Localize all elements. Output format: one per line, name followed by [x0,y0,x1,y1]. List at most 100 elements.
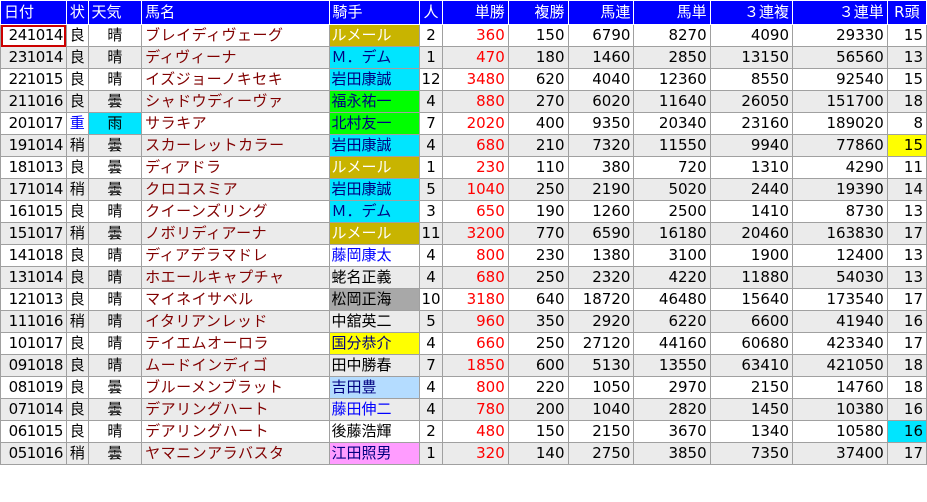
cell-popularity: 1 [419,442,443,465]
cell-quinella-payout: 27120 [567,332,635,355]
cell-win-payout: 470 [441,46,509,69]
table-row[interactable]: 221015 良晴イズジョーノキセキ 岩田康誠 12 3480 620 4040 12360 8… [0,68,927,91]
cell-popularity: 1 [419,156,443,179]
cell-weather: 曇 [87,134,143,157]
cell-date: 151017 [0,222,67,245]
cell-field-size: 17 [886,288,927,311]
cell-quinella-payout: 6020 [567,90,635,113]
table-row[interactable]: 231014 良晴ディヴィーナ Ｍ．デム 1 470 180 1460 2850 13150 56… [0,46,927,69]
cell-exacta-payout: 2820 [633,398,711,421]
cell-exacta-payout: 2970 [633,376,711,399]
cell-trifecta-payout: 10580 [792,420,888,443]
cell-field-size: 13 [886,266,927,289]
table-row[interactable]: 061015 良晴デアリングハート 後藤浩輝 2 480 150 2150 3670 1340 1… [0,420,927,443]
table-row[interactable]: 191014 稍曇スカーレットカラー 岩田康誠 4 680 210 7320 11550 994… [0,134,927,157]
header-win[interactable]: 単勝 [441,0,509,25]
cell-jockey: 福永祐一 [328,90,421,113]
cell-exacta-payout: 13550 [633,354,711,377]
cell-exacta-payout: 6220 [633,310,711,333]
header-popularity[interactable]: 人 [419,0,443,25]
cell-trio-payout: 26050 [709,90,794,113]
cell-popularity: 5 [419,310,443,333]
table-row[interactable]: 071014 良曇デアリングハート 藤田伸二 4 780 200 1040 2820 1450 1… [0,398,927,421]
cell-popularity: 12 [419,68,443,91]
cell-popularity: 5 [419,178,443,201]
cell-win-payout: 320 [441,442,509,465]
header-date[interactable]: 日付 [0,0,67,25]
header-trifecta[interactable]: ３連単 [792,0,888,25]
cell-trio-payout: 4090 [709,24,794,47]
cell-track-condition: 良 [65,266,89,289]
header-horse-name[interactable]: 馬名 [141,0,330,25]
header-jockey[interactable]: 騎手 [328,0,421,25]
cell-jockey: 岩田康誠 [328,178,421,201]
cell-trio-payout: 7350 [709,442,794,465]
table-row[interactable]: 211016 良曇シャドウディーヴァ 福永祐一 4 880 270 6020 11640 260… [0,90,927,113]
header-place[interactable]: 複勝 [507,0,569,25]
cell-trio-payout: 1310 [709,156,794,179]
cell-exacta-payout: 8270 [633,24,711,47]
table-row[interactable]: 101017 良晴テイエムオーロラ 国分恭介 4 660 250 27120 44160 606… [0,332,927,355]
table-row[interactable]: 081019 良曇ブルーメンブラット 吉田豊 4 800 220 1050 2970 2150 1… [0,376,927,399]
cell-exacta-payout: 3850 [633,442,711,465]
cell-popularity: 2 [419,420,443,443]
race-results-table: 日付 状 天気 馬名 騎手 人 単勝 複勝 馬連 馬単 ３連複 ３連単 R頭 2… [0,0,927,465]
cell-jockey: 後藤浩輝 [328,420,421,443]
table-row[interactable]: 121013 良晴マイネイサベル 松岡正海 10 3180 640 18720 46480 15… [0,288,927,311]
cell-trifecta-payout: 19390 [792,178,888,201]
cell-horse-name: デアリングハート [141,398,330,421]
table-row[interactable]: 151017 稍曇ノボリディアーナ ルメール 11 3200 770 6590 16180 20… [0,222,927,245]
cell-horse-name: ノボリディアーナ [141,222,330,245]
cell-jockey: Ｍ．デム [328,46,421,69]
cell-date: 091018 [0,354,67,377]
cell-win-payout: 660 [441,332,509,355]
cell-horse-name: シャドウディーヴァ [141,90,330,113]
header-track-condition[interactable]: 状 [65,0,89,25]
cell-win-payout: 3200 [441,222,509,245]
cell-trio-payout: 1900 [709,244,794,267]
table-row[interactable]: 171014 稍曇クロコスミア 岩田康誠 5 1040 250 2190 5020 2440 19… [0,178,927,201]
header-weather[interactable]: 天気 [87,0,143,25]
cell-field-size: 16 [886,398,927,421]
cell-quinella-payout: 380 [567,156,635,179]
cell-date: 131014 [0,266,67,289]
cell-horse-name: ブルーメンブラット [141,376,330,399]
cell-trio-payout: 13150 [709,46,794,69]
cell-weather: 晴 [87,266,143,289]
cell-track-condition: 稍 [65,134,89,157]
cell-date: 201017 [0,112,67,135]
cell-place-payout: 140 [507,442,569,465]
table-row[interactable]: 181013 良曇ディアドラ ルメール 1 230 110 380 720 1310 4290 11 [0,156,927,179]
cell-trio-payout: 15640 [709,288,794,311]
header-quinella[interactable]: 馬連 [567,0,635,25]
cell-track-condition: 良 [65,156,89,179]
cell-track-condition: 良 [65,332,89,355]
cell-exacta-payout: 11640 [633,90,711,113]
table-row[interactable]: 111016 稍晴イタリアンレッド 中舘英二 5 960 350 2920 6220 6600 4… [0,310,927,333]
table-row[interactable]: 131014 良晴ホエールキャプチャ 蛯名正義 4 680 250 2320 4220 1188… [0,266,927,289]
cell-popularity: 4 [419,398,443,421]
cell-exacta-payout: 11550 [633,134,711,157]
header-trio[interactable]: ３連複 [709,0,794,25]
cell-weather: 曇 [87,222,143,245]
cell-exacta-payout: 16180 [633,222,711,245]
table-row[interactable]: 241014 良晴ブレイディヴェーグ ルメール 2 360 150 6790 8270 4090… [0,24,927,47]
table-row[interactable]: 141018 良晴ディアデラマドレ 藤岡康太 4 800 230 1380 3100 1900 1… [0,244,927,267]
cell-place-payout: 770 [507,222,569,245]
table-row[interactable]: 051016 稍曇ヤマニンアラバスタ 江田照男 1 320 140 2750 3850 7350… [0,442,927,465]
cell-trifecta-payout: 189020 [792,112,888,135]
cell-popularity: 4 [419,376,443,399]
cell-exacta-payout: 3670 [633,420,711,443]
cell-popularity: 4 [419,332,443,355]
cell-quinella-payout: 18720 [567,288,635,311]
table-row[interactable]: 201017 重雨サラキア 北村友一 7 2020 400 9350 20340 23160 18… [0,112,927,135]
cell-jockey: 国分恭介 [328,332,421,355]
table-row[interactable]: 091018 良晴ムードインディゴ 田中勝春 7 1850 600 5130 13550 634… [0,354,927,377]
header-row: 日付 状 天気 馬名 騎手 人 単勝 複勝 馬連 馬単 ３連複 ３連単 R頭 [0,0,927,25]
cell-weather: 雨 [87,112,143,135]
cell-field-size: 16 [886,420,927,443]
header-field-size[interactable]: R頭 [886,0,927,25]
cell-trifecta-payout: 14760 [792,376,888,399]
table-row[interactable]: 161015 良晴クイーンズリング Ｍ．デム 3 650 190 1260 2500 1410 8… [0,200,927,223]
header-exacta[interactable]: 馬単 [633,0,711,25]
